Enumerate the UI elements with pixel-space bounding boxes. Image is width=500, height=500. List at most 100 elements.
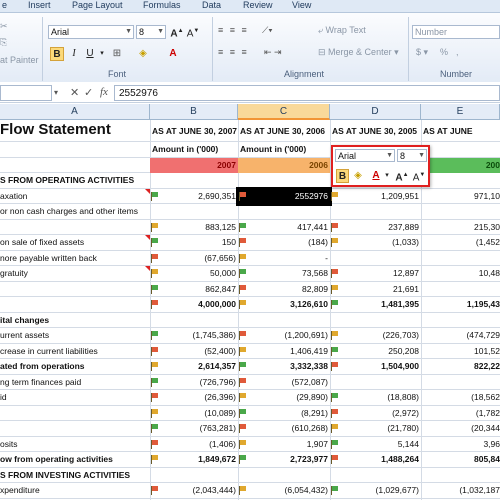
column-header-b[interactable]: B	[150, 104, 238, 120]
cell-d[interactable]	[330, 375, 421, 390]
cell-c[interactable]	[238, 313, 330, 328]
shrink-font-button[interactable]: A▼	[186, 25, 200, 39]
font-color-icon[interactable]: A	[166, 47, 180, 61]
cell-a[interactable]	[0, 282, 150, 297]
cell-a[interactable]: urrent assets	[0, 328, 150, 343]
cell-b[interactable]: (2,043,444)	[150, 483, 238, 498]
cell-a[interactable]: S FROM INVESTING ACTIVITIES	[0, 468, 150, 483]
mini-grow-font-button[interactable]: A▲	[395, 169, 409, 183]
cell-b[interactable]: 2,690,351	[150, 189, 238, 204]
italic-button[interactable]: I	[68, 47, 80, 61]
tab-formulas[interactable]: Formulas	[143, 0, 181, 10]
format-painter-button[interactable]: at Painter	[0, 55, 39, 65]
comment-indicator-icon[interactable]	[145, 235, 150, 240]
cell-e[interactable]: 822,22	[421, 359, 500, 374]
top-align-icon[interactable]: ≡ ≡ ≡	[218, 25, 249, 35]
wrap-text-button[interactable]: ⤶ Wrap Text	[318, 25, 366, 36]
cell-b[interactable]: 150	[150, 235, 238, 250]
merge-center-button[interactable]: ⊟ Merge & Center ▾	[318, 47, 399, 58]
mini-fill-color-icon[interactable]: ◈	[353, 169, 363, 183]
cell-c[interactable]: 417,441	[238, 220, 330, 235]
cell-a[interactable]: ital changes	[0, 313, 150, 328]
indent-icon[interactable]: ⇤ ⇥	[264, 47, 282, 58]
cell-b[interactable]: (67,656)	[150, 251, 238, 266]
cell-e[interactable]: (1,782	[421, 406, 500, 421]
column-header-d[interactable]: D	[330, 104, 421, 120]
tab-page-layout[interactable]: Page Layout	[72, 0, 123, 10]
cell-d[interactable]: (1,033)	[330, 235, 421, 250]
tab-insert[interactable]: Insert	[28, 0, 51, 10]
cell-c[interactable]	[238, 173, 330, 188]
cancel-icon[interactable]: ✕	[70, 86, 79, 99]
confirm-icon[interactable]: ✓	[84, 86, 93, 99]
cell-a[interactable]: gratuity	[0, 266, 150, 281]
cell-c[interactable]: 1,907	[238, 437, 330, 452]
cell-d[interactable]: (21,780)	[330, 421, 421, 436]
cell-e[interactable]: (1,032,187	[421, 483, 500, 498]
cell-e[interactable]: (18,562	[421, 390, 500, 405]
chevron-down-icon[interactable]: ▼	[418, 152, 425, 159]
cell-e[interactable]: (1,452	[421, 235, 500, 250]
cell-d[interactable]: 237,889	[330, 220, 421, 235]
cell-a[interactable]: nore payable written back	[0, 251, 150, 266]
bold-button[interactable]: B	[50, 47, 64, 61]
cell-c[interactable]: (610,268)	[238, 421, 330, 436]
cell-e[interactable]: (20,344	[421, 421, 500, 436]
chevron-down-icon[interactable]: ▾	[54, 88, 58, 97]
header-2005[interactable]: AS AT JUNE 30, 2005	[330, 124, 421, 139]
cut-icon[interactable]: ✂	[0, 21, 8, 32]
header-2004[interactable]: AS AT JUNE	[421, 124, 500, 139]
cell-a[interactable]: axation	[0, 189, 150, 204]
year-2004-cell[interactable]: 200	[421, 157, 500, 173]
cell-b[interactable]	[150, 313, 238, 328]
borders-icon[interactable]: ⊞	[110, 47, 124, 61]
name-box[interactable]	[0, 85, 52, 101]
cell-a[interactable]: S FROM OPERATING ACTIVITIES	[0, 173, 150, 188]
cell-a[interactable]	[0, 220, 150, 235]
chevron-down-icon[interactable]: ▼	[386, 152, 393, 159]
cell-d[interactable]: 1,488,264	[330, 452, 421, 467]
tab-view[interactable]: View	[292, 0, 311, 10]
column-header-c[interactable]: C	[238, 104, 330, 120]
cell-b[interactable]: (726,796)	[150, 375, 238, 390]
cell-a[interactable]: ng term finances paid	[0, 375, 150, 390]
cell-d[interactable]	[330, 204, 421, 219]
cell-e[interactable]	[421, 204, 500, 219]
cell-e[interactable]: 215,30	[421, 220, 500, 235]
column-header-a[interactable]: A	[0, 104, 150, 120]
cell-b[interactable]: 883,125	[150, 220, 238, 235]
cell-e[interactable]: 101,52	[421, 344, 500, 359]
cell-e[interactable]: 971,10	[421, 189, 500, 204]
cell-e[interactable]	[421, 468, 500, 483]
mini-bold-button[interactable]: B	[336, 169, 349, 183]
tab-data[interactable]: Data	[202, 0, 221, 10]
mini-font-name-combo[interactable]: Arial ▼	[335, 149, 395, 162]
cell-a[interactable]: ated from operations	[0, 359, 150, 374]
cell-c[interactable]: (184)	[238, 235, 330, 250]
cell-e[interactable]	[421, 313, 500, 328]
cell-b[interactable]: 2,614,357	[150, 359, 238, 374]
comma-button[interactable]: ,	[456, 47, 459, 57]
cell-c[interactable]	[238, 204, 330, 219]
cell-a[interactable]	[0, 297, 150, 312]
cell-a[interactable]: crease in current liabilities	[0, 344, 150, 359]
mini-font-color-icon[interactable]: A	[370, 169, 382, 183]
grow-font-button[interactable]: A▲	[170, 25, 184, 39]
cell-e[interactable]: 1,195,43	[421, 297, 500, 312]
tab-review[interactable]: Review	[243, 0, 273, 10]
cell-c[interactable]: -	[238, 251, 330, 266]
cell-b[interactable]: (26,396)	[150, 390, 238, 405]
comment-indicator-icon[interactable]	[145, 266, 150, 271]
cell-b[interactable]: (1,406)	[150, 437, 238, 452]
cell-d[interactable]: 1,209,951	[330, 189, 421, 204]
cell-c[interactable]: 1,406,419	[238, 344, 330, 359]
cell-c[interactable]: (572,087)	[238, 375, 330, 390]
cell-b[interactable]: (1,745,386)	[150, 328, 238, 343]
cell-c[interactable]: (29,890)	[238, 390, 330, 405]
cell-d[interactable]: 5,144	[330, 437, 421, 452]
cell-a[interactable]: osits	[0, 437, 150, 452]
cell-e[interactable]	[421, 375, 500, 390]
amount-label[interactable]: Amount in ('000)	[238, 142, 330, 157]
formula-input[interactable]: 2552976	[114, 85, 500, 101]
cell-b[interactable]: 50,000	[150, 266, 238, 281]
